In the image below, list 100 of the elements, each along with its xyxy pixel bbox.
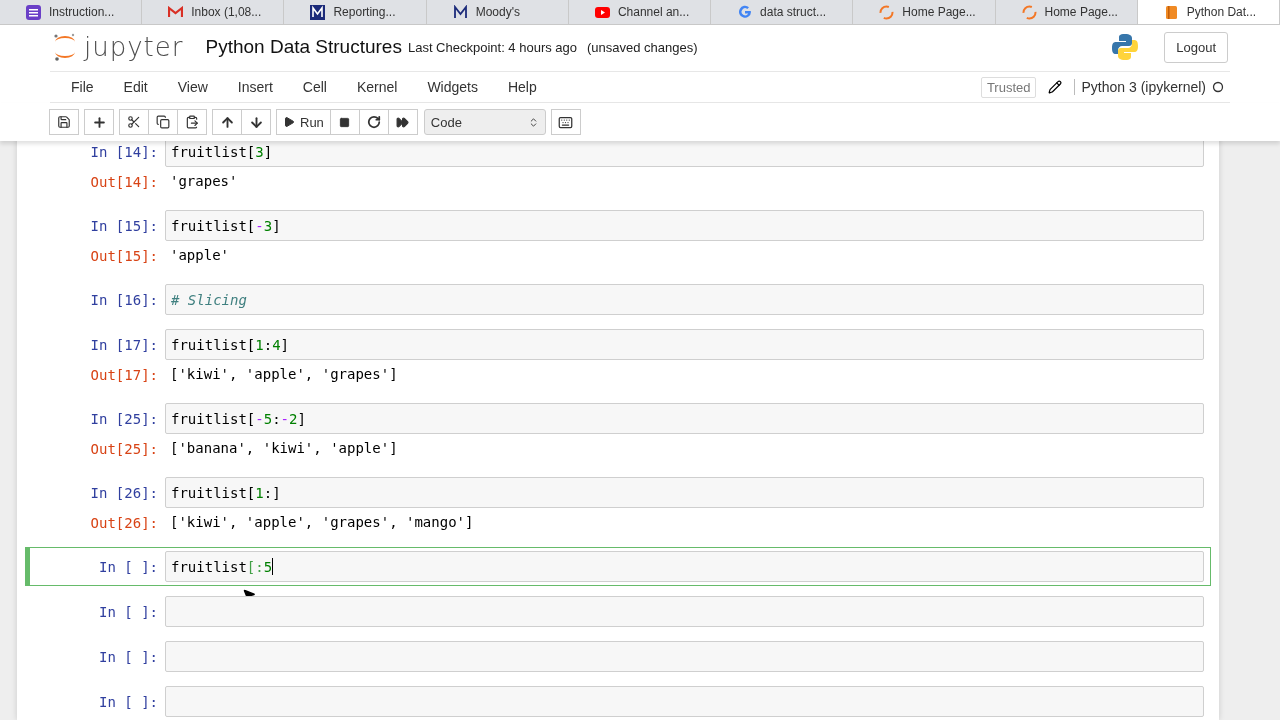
paste-button[interactable] xyxy=(177,109,207,135)
browser-tab[interactable]: Inbox (1,08... xyxy=(142,0,285,24)
trusted-indicator[interactable]: Trusted xyxy=(980,76,1037,98)
input-prompt: In [ ]: xyxy=(98,648,159,665)
arrow-down-icon xyxy=(248,114,264,130)
keyboard-button[interactable] xyxy=(550,109,581,135)
browser-tab[interactable]: Home Page... xyxy=(995,0,1138,24)
browser-tab[interactable]: Home Page... xyxy=(853,0,996,24)
code-token: # Slicing xyxy=(171,291,247,308)
fast-forward-icon xyxy=(396,115,410,129)
cell-output: 'apple' xyxy=(169,246,230,265)
code-input[interactable]: fruitlist[:5 xyxy=(165,551,1204,582)
notebook-cell[interactable]: In [17]: fruitlist[1:4] Out[17]: ['kiwi', 'apple', 'grapes'] xyxy=(25,325,1211,393)
code-token: 2 xyxy=(289,410,298,427)
code-token: fruitlist[ xyxy=(171,410,256,427)
code-token: 5 xyxy=(263,558,273,575)
notebook-cell[interactable]: In [ ]: xyxy=(25,637,1211,676)
notebook-cell[interactable]: In [15]: fruitlist[-3] Out[15]: 'apple' xyxy=(25,206,1211,274)
browser-tab[interactable]: Moody's xyxy=(426,0,569,24)
cell-output: ['kiwi', 'apple', 'grapes'] xyxy=(169,365,399,384)
copy-icon xyxy=(156,115,170,129)
browser-tab[interactable]: Instruction... xyxy=(0,0,143,24)
code-token: : xyxy=(263,336,273,353)
output-prompt: Out[15]: xyxy=(89,247,159,264)
text-cursor xyxy=(272,558,274,575)
menu-item[interactable]: File xyxy=(56,79,109,95)
code-input[interactable]: fruitlist[1:4] xyxy=(165,329,1204,360)
edit-icon[interactable] xyxy=(1048,80,1063,94)
code-input[interactable]: fruitlist[3] xyxy=(165,141,1204,167)
restart-icon xyxy=(366,115,381,129)
browser-tab[interactable]: Python Dat... xyxy=(1137,0,1280,24)
menu-item[interactable]: Cell xyxy=(287,79,342,95)
code-token: 1 xyxy=(255,484,264,501)
input-prompt: In [25]: xyxy=(89,410,159,427)
restart-button[interactable] xyxy=(358,109,389,135)
cut-button[interactable] xyxy=(119,109,149,135)
notebook-cell[interactable]: In [25]: fruitlist[-5:-2] Out[25]: ['banana', 'kiwi', 'apple'] xyxy=(25,399,1211,467)
menu-item[interactable]: Insert xyxy=(222,79,288,95)
notebook-cell[interactable]: In [ ]: xyxy=(25,682,1211,720)
code-token: ] xyxy=(272,217,281,234)
notebook-cell[interactable]: In [ ]: xyxy=(25,592,1211,631)
m-logo-icon xyxy=(452,4,468,20)
cell-output: ['banana', 'kiwi', 'apple'] xyxy=(169,439,399,458)
menu-item[interactable]: Edit xyxy=(108,79,163,95)
menu-item[interactable]: Kernel xyxy=(341,79,413,95)
code-token: : xyxy=(272,410,281,427)
notebook-cell[interactable]: In [26]: fruitlist[1:] Out[26]: ['kiwi', 'apple', 'grapes', 'mango'] xyxy=(25,473,1211,541)
g-logo-icon xyxy=(737,4,753,20)
code-token: 4 xyxy=(272,336,281,353)
jupyter-logo-text: jupyter xyxy=(84,32,184,62)
save-icon xyxy=(57,115,71,129)
code-input[interactable]: # Slicing xyxy=(165,284,1204,315)
code-token: fruitlist[ xyxy=(171,336,256,353)
code-token: [: xyxy=(246,558,264,575)
input-prompt: In [16]: xyxy=(89,291,159,308)
browser-tab[interactable]: data struct... xyxy=(711,0,854,24)
copy-button[interactable] xyxy=(148,109,178,135)
ring-logo-icon xyxy=(879,4,895,20)
menu-item[interactable]: View xyxy=(162,79,223,95)
code-token: fruitlist[ xyxy=(171,484,256,501)
jupyter-logo-icon xyxy=(52,32,78,62)
run-button[interactable]: Run xyxy=(276,109,331,135)
code-token: fruitlist xyxy=(171,558,247,575)
stop-button[interactable] xyxy=(329,109,360,135)
cell-output: ['kiwi', 'apple', 'grapes', 'mango'] xyxy=(169,513,475,532)
save-button[interactable] xyxy=(49,109,79,135)
code-input[interactable]: fruitlist[-5:-2] xyxy=(165,403,1204,434)
add-cell-button[interactable] xyxy=(84,109,114,135)
menu-item[interactable]: Help xyxy=(492,79,552,95)
code-input[interactable] xyxy=(165,596,1204,627)
input-prompt: In [17]: xyxy=(89,336,159,353)
input-prompt: In [14]: xyxy=(89,143,159,160)
input-prompt: In [15]: xyxy=(89,217,159,234)
plus-icon xyxy=(91,114,107,130)
python-logo-icon xyxy=(1110,32,1141,62)
notebook-name[interactable]: Python Data Structures xyxy=(205,36,402,58)
code-input[interactable] xyxy=(165,686,1204,717)
browser-tab[interactable]: Reporting... xyxy=(284,0,427,24)
m-logo-icon xyxy=(310,4,326,20)
play-logo-icon xyxy=(594,4,610,20)
move-down-button[interactable] xyxy=(241,109,271,135)
notebook-cell[interactable]: In [14]: fruitlist[3] Out[14]: 'grapes' xyxy=(25,141,1211,200)
input-prompt: In [ ]: xyxy=(98,558,159,575)
fast-forward-button[interactable] xyxy=(387,109,418,135)
menu-item[interactable]: Widgets xyxy=(412,79,493,95)
move-up-button[interactable] xyxy=(212,109,242,135)
clipboard-icon xyxy=(185,115,199,129)
notebook-cell[interactable]: In [16]: # Slicing xyxy=(25,280,1211,319)
browser-tab[interactable]: Channel an... xyxy=(568,0,712,24)
kernel-name: Python 3 (ipykernel) xyxy=(1074,79,1206,95)
play-icon xyxy=(283,116,295,128)
input-prompt: In [ ]: xyxy=(98,603,159,620)
logout-button[interactable]: Logout xyxy=(1164,31,1228,63)
code-input[interactable] xyxy=(165,641,1204,672)
code-token: :] xyxy=(263,484,281,501)
cell-type-select[interactable]: Code xyxy=(423,109,546,135)
code-token: 3 xyxy=(263,217,273,234)
code-input[interactable]: fruitlist[-3] xyxy=(165,210,1204,241)
code-input[interactable]: fruitlist[1:] xyxy=(165,477,1204,508)
keyboard-icon xyxy=(558,114,574,130)
